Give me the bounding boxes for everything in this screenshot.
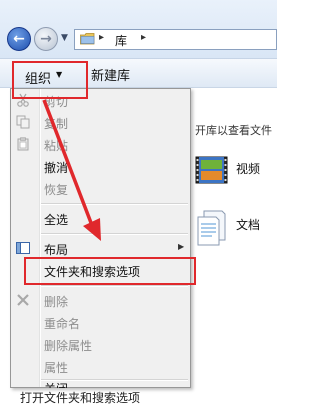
paste-icon <box>17 137 29 151</box>
breadcrumb-separator[interactable]: ▸ <box>99 32 104 43</box>
menu-item-rename[interactable]: 重命名 <box>11 312 190 334</box>
menu-item-label: 全选 <box>44 213 69 227</box>
history-dropdown-icon[interactable]: ▼ <box>61 33 68 43</box>
menu-item-remove-properties[interactable]: 删除属性 <box>11 334 190 356</box>
menu-item-label: 布局 <box>44 243 69 257</box>
breadcrumb-libraries[interactable]: 库 <box>115 32 127 49</box>
dropdown-arrow-icon: ▼ <box>56 70 63 79</box>
caption-text: 打开文件夹和搜索选项 <box>20 391 141 405</box>
back-button[interactable]: ← <box>7 27 31 51</box>
documents-library-icon[interactable] <box>196 210 226 246</box>
video-library-label[interactable]: 视频 <box>236 160 260 177</box>
documents-library-label[interactable]: 文档 <box>236 216 260 233</box>
menu-item-paste[interactable]: 粘贴 <box>11 134 190 156</box>
submenu-arrow-icon: ▶ <box>178 242 185 251</box>
breadcrumb-separator[interactable]: ▸ <box>141 32 146 43</box>
menu-item-delete[interactable]: 删除 <box>11 290 190 312</box>
menu-item-label: 属性 <box>44 361 69 375</box>
menu-item-label: 关闭 <box>44 382 68 388</box>
layout-icon <box>16 242 30 254</box>
menu-item-select-all[interactable]: 全选 <box>11 208 190 230</box>
copy-icon <box>16 115 30 129</box>
new-library-button[interactable]: 新建库 <box>91 65 130 84</box>
menu-separator <box>41 379 188 381</box>
organize-button[interactable]: 组织 ▼ <box>12 61 88 99</box>
menu-item-undo[interactable]: 撤消 <box>11 156 190 178</box>
menu-item-label: 撤消 <box>44 161 69 175</box>
back-arrow-icon: ← <box>13 31 25 47</box>
menu-item-copy[interactable]: 复制 <box>11 112 190 134</box>
menu-item-properties[interactable]: 属性 <box>11 356 190 378</box>
library-hint-text: 开库以查看文件 <box>195 124 272 137</box>
menu-item-label: 粘贴 <box>44 139 69 153</box>
menu-separator <box>41 285 188 287</box>
menu-separator <box>41 233 188 235</box>
annotation-highlight-box <box>24 257 196 285</box>
folder-icon <box>80 33 95 45</box>
menu-item-label: 复制 <box>44 117 69 131</box>
forward-arrow-icon: → <box>40 31 52 47</box>
address-box[interactable]: ▸ 库 ▸ <box>74 29 277 50</box>
menu-item-label: 删除属性 <box>44 339 93 353</box>
menu-item-label: 删除 <box>44 295 69 309</box>
menu-item-label: 恢复 <box>44 183 69 197</box>
menu-item-label: 重命名 <box>44 317 81 331</box>
forward-button[interactable]: → <box>34 27 58 51</box>
menu-item-close[interactable]: 关闭 <box>11 382 190 388</box>
menu-separator <box>41 203 188 205</box>
menu-item-redo[interactable]: 恢复 <box>11 178 190 200</box>
video-library-icon[interactable] <box>195 156 228 184</box>
delete-x-icon <box>17 294 29 306</box>
organize-label: 组织 <box>25 72 52 87</box>
organize-menu: 剪切 复制 粘贴 撤消 恢复 全选 布局 ▶ 文件夹和搜索选项 删除 重命名 删… <box>10 88 191 388</box>
